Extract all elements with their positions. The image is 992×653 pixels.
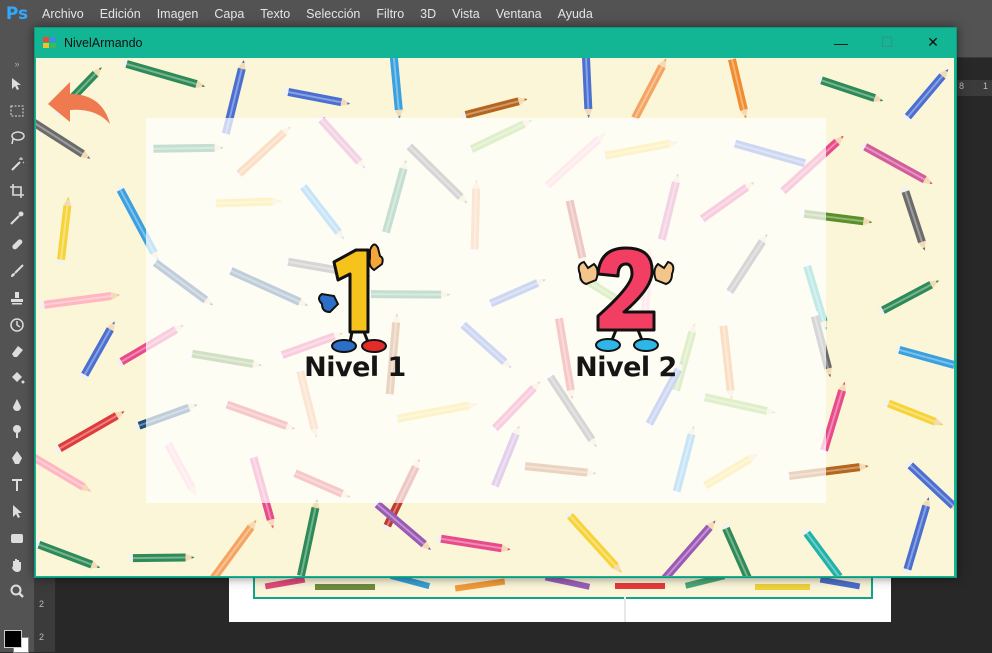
window-client-area: Nivel 1 Nivel 2 <box>36 58 954 576</box>
maximize-button[interactable]: ☐ <box>864 28 910 57</box>
clone-stamp-tool-icon[interactable] <box>0 285 34 312</box>
ruler-number: 2 <box>39 632 45 642</box>
marquee-tool-icon[interactable] <box>0 98 34 125</box>
pencil-decoration <box>629 58 667 124</box>
pencil-decoration <box>36 452 92 492</box>
number-one-character-icon <box>318 243 387 353</box>
pencil-decoration <box>283 87 351 107</box>
pencil-decoration <box>128 553 195 563</box>
color-swatches[interactable] <box>4 620 32 653</box>
pencil-decoration <box>877 280 940 316</box>
pencil-decoration <box>900 186 926 251</box>
paint-bucket-tool-icon[interactable] <box>0 365 34 392</box>
dodge-tool-icon[interactable] <box>0 418 34 445</box>
menu-3d[interactable]: 3D <box>412 7 444 21</box>
pencil-decoration <box>39 292 121 310</box>
pencil-decoration <box>296 498 320 576</box>
menu-capa[interactable]: Capa <box>206 7 252 21</box>
path-selection-tool-icon[interactable] <box>0 498 34 525</box>
pencil-decoration <box>56 196 72 265</box>
pencil-decoration <box>816 75 884 102</box>
pencil-decoration <box>720 523 758 576</box>
zoom-tool-icon[interactable] <box>0 578 34 605</box>
level-2-button[interactable]: Nivel 2 <box>566 240 686 383</box>
pencil-decoration <box>371 498 432 551</box>
level-2-label: Nivel 2 <box>575 352 677 383</box>
shape-tool-icon[interactable] <box>0 525 34 552</box>
pencil-decoration <box>460 97 528 120</box>
pencil-decoration <box>902 69 949 123</box>
window-controls: — ☐ ✕ <box>818 28 956 57</box>
menu-ayuda[interactable]: Ayuda <box>550 7 601 21</box>
move-tool-icon[interactable] <box>0 71 34 98</box>
window-title: NivelArmando <box>64 35 143 50</box>
nivel-armando-window: NivelArmando — ☐ ✕ Nivel 1 Nivel 2 <box>34 27 957 578</box>
magic-wand-tool-icon[interactable] <box>0 151 34 178</box>
window-app-icon <box>43 36 57 49</box>
pencil-decoration <box>727 58 748 119</box>
ruler-number: 8 <box>959 81 965 91</box>
eyedropper-tool-icon[interactable] <box>0 204 34 231</box>
photoshop-logo: Ps <box>5 3 29 24</box>
level-1-label: Nivel 1 <box>304 352 406 383</box>
minimize-button[interactable]: — <box>818 28 864 57</box>
menu-ventana[interactable]: Ventana <box>488 7 550 21</box>
menu-archivo[interactable]: Archivo <box>34 7 92 21</box>
pencil-decoration <box>894 344 954 369</box>
pencil-decoration <box>902 497 931 575</box>
window-titlebar[interactable]: NivelArmando — ☐ ✕ <box>35 28 956 57</box>
level-selection-panel <box>146 118 826 503</box>
pencil-decoration <box>36 539 101 569</box>
level-1-button[interactable]: Nivel 1 <box>300 240 410 383</box>
photoshop-menubar: Ps Archivo Edición Imagen Capa Texto Sel… <box>0 0 992 27</box>
pen-tool-icon[interactable] <box>0 445 34 472</box>
menu-imagen[interactable]: Imagen <box>149 7 207 21</box>
close-button[interactable]: ✕ <box>910 28 956 57</box>
hand-tool-icon[interactable] <box>0 551 34 578</box>
pencil-decoration <box>859 141 933 185</box>
history-brush-tool-icon[interactable] <box>0 311 34 338</box>
menu-edicion[interactable]: Edición <box>92 7 149 21</box>
pencil-decoration <box>79 321 115 381</box>
pencil-decoration <box>387 58 403 119</box>
menu-texto[interactable]: Texto <box>252 7 298 21</box>
pencil-decoration <box>54 411 125 454</box>
ruler-number: 1 <box>983 81 989 91</box>
pencil-decoration <box>657 520 716 576</box>
pencil-decoration <box>564 509 622 573</box>
pencil-decoration <box>121 58 206 88</box>
menu-filtro[interactable]: Filtro <box>368 7 412 21</box>
type-tool-icon[interactable] <box>0 471 34 498</box>
brush-tool-icon[interactable] <box>0 258 34 285</box>
menu-seleccion[interactable]: Selección <box>298 7 368 21</box>
ruler-number: 2 <box>39 599 45 609</box>
pencil-decoration <box>883 398 944 426</box>
lasso-tool-icon[interactable] <box>0 124 34 151</box>
tools-panel: » <box>0 57 35 653</box>
foreground-color-swatch[interactable] <box>4 630 22 648</box>
eraser-tool-icon[interactable] <box>0 338 34 365</box>
healing-brush-tool-icon[interactable] <box>0 231 34 258</box>
number-two-character-icon <box>577 246 675 352</box>
document-divider <box>624 597 626 622</box>
blur-tool-icon[interactable] <box>0 391 34 418</box>
back-arrow-icon[interactable] <box>44 78 114 130</box>
pencil-decoration <box>207 519 257 576</box>
menu-vista[interactable]: Vista <box>444 7 488 21</box>
crop-tool-icon[interactable] <box>0 178 34 205</box>
pencil-decoration <box>436 534 511 553</box>
panel-grip-icon[interactable]: » <box>0 57 34 71</box>
pencil-decoration <box>581 58 593 119</box>
pencil-decoration <box>801 527 845 576</box>
